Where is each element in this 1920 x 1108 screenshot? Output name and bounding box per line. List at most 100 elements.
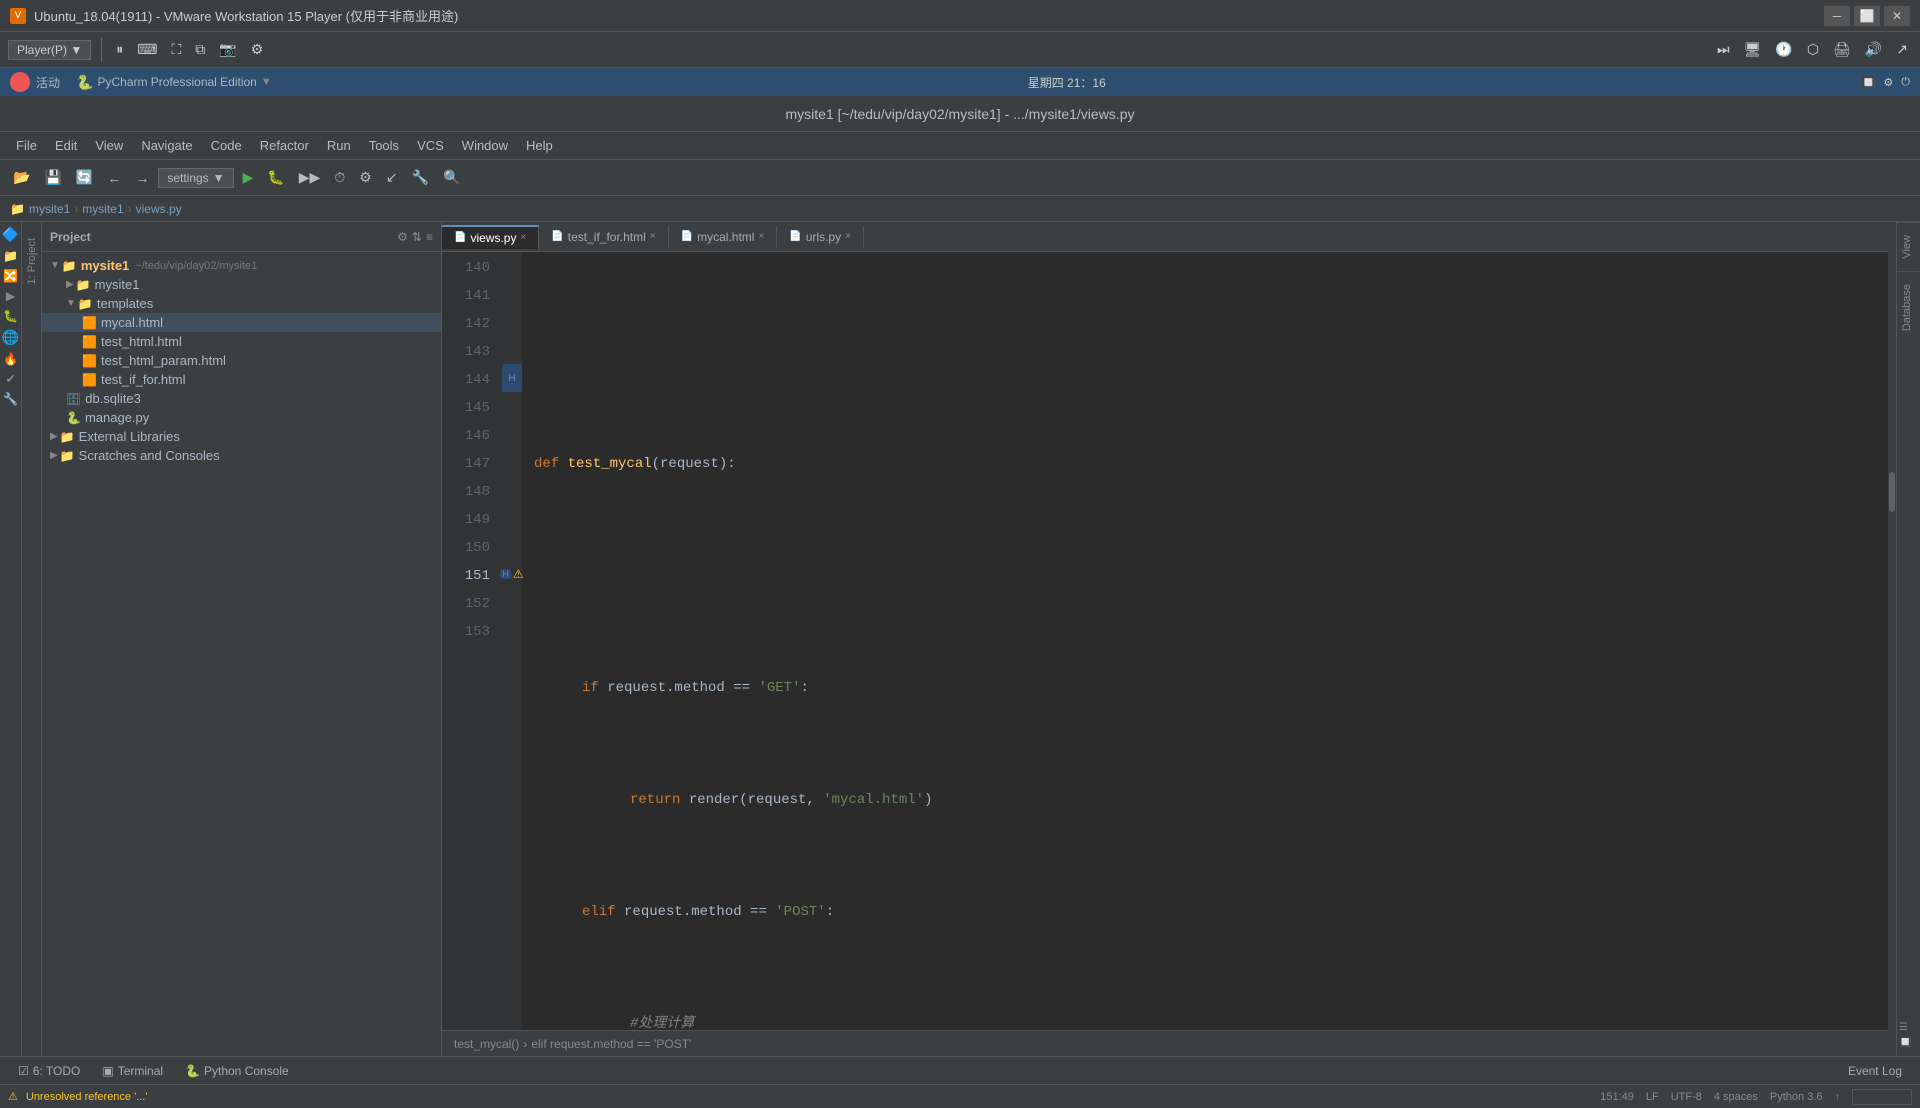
window-controls[interactable]: ─ ⬜ ✕ bbox=[1824, 6, 1910, 26]
network-icon[interactable]: 🔲 bbox=[1862, 76, 1876, 89]
menu-view[interactable]: View bbox=[87, 136, 131, 155]
toolbar-save-btn[interactable]: 💾 bbox=[39, 166, 66, 189]
vmware-right-btn6[interactable]: 🔊 bbox=[1861, 39, 1886, 60]
menu-run[interactable]: Run bbox=[319, 136, 359, 155]
tab-mycal-close[interactable]: × bbox=[758, 231, 764, 242]
tree-item-scratches[interactable]: ▶ 📁 Scratches and Consoles bbox=[42, 446, 441, 465]
commit-icon[interactable]: 🔀 bbox=[3, 269, 18, 283]
right-sidebar-tab-view[interactable]: View bbox=[1897, 222, 1920, 271]
statusbar-indent[interactable]: 4 spaces bbox=[1714, 1091, 1758, 1103]
scroll-indicator[interactable] bbox=[1888, 252, 1896, 1030]
todo-icon[interactable]: ✔ bbox=[5, 372, 15, 386]
project-panel-label[interactable]: 1: Project bbox=[22, 230, 42, 292]
statusbar-encoding[interactable]: UTF-8 bbox=[1671, 1091, 1702, 1103]
tree-item-extlibs[interactable]: ▶ 📁 External Libraries bbox=[42, 427, 441, 446]
code-area[interactable]: 140 141 142 143 144 145 146 147 148 149 … bbox=[442, 252, 1896, 1030]
panel-gear-icon[interactable]: ≡ bbox=[426, 230, 433, 244]
menu-navigate[interactable]: Navigate bbox=[133, 136, 200, 155]
activities-label[interactable]: 活动 bbox=[36, 74, 60, 91]
settings-button[interactable]: ⚙ bbox=[354, 166, 377, 189]
bottom-tab-todo[interactable]: ☑ 6: TODO bbox=[8, 1062, 90, 1080]
statusbar-python[interactable]: Python 3.6 bbox=[1770, 1091, 1823, 1103]
power-icon[interactable]: ⏻ bbox=[1901, 76, 1910, 89]
menu-edit[interactable]: Edit bbox=[47, 136, 85, 155]
tab-urls[interactable]: 📄 urls.py × bbox=[777, 226, 864, 248]
pycharm-app-label[interactable]: 🐍 PyCharm Professional Edition ▼ bbox=[76, 74, 272, 91]
panel-cog-icon[interactable]: ⚙ bbox=[397, 230, 408, 244]
menu-vcs[interactable]: VCS bbox=[409, 136, 452, 155]
browser-icon[interactable]: 🌐 bbox=[2, 329, 19, 346]
tab-urls-close[interactable]: × bbox=[845, 231, 851, 242]
code-content[interactable]: def test_mycal(request): if request.meth… bbox=[522, 252, 1896, 1030]
statusbar-position[interactable]: 151:49 bbox=[1600, 1091, 1634, 1103]
tree-item-testiffor[interactable]: 🟧 test_if_for.html bbox=[42, 370, 441, 389]
unity-button[interactable]: ⧉ bbox=[191, 39, 209, 60]
tab-mycal[interactable]: 📄 mycal.html × bbox=[669, 226, 778, 248]
firebase-icon[interactable]: 🔥 bbox=[3, 352, 18, 366]
menu-help[interactable]: Help bbox=[518, 136, 561, 155]
tree-item-sqlite[interactable]: 🗄 db.sqlite3 bbox=[42, 389, 441, 408]
debug-panel-icon[interactable]: 🐛 bbox=[3, 309, 18, 323]
breadcrumb-item-1[interactable]: mysite1 bbox=[29, 202, 70, 216]
menu-file[interactable]: File bbox=[8, 136, 45, 155]
vmware-right-btn7[interactable]: ↗ bbox=[1892, 39, 1912, 60]
tree-item-testhtml[interactable]: 🟧 test_html.html bbox=[42, 332, 441, 351]
tab-testiffor-close[interactable]: × bbox=[650, 231, 656, 242]
vmware-settings-button[interactable]: ⚙ bbox=[247, 39, 268, 60]
toolbar-back-btn[interactable]: ← bbox=[102, 167, 126, 189]
vmware-right-btn5[interactable]: 🖨 bbox=[1829, 39, 1855, 60]
search-button[interactable]: 🔍 bbox=[438, 166, 465, 189]
tree-item-templates[interactable]: ▼ 📁 templates bbox=[42, 294, 441, 313]
fullscreen-button[interactable]: ⛶ bbox=[167, 39, 185, 60]
tab-views-py[interactable]: 📄 views.py × bbox=[442, 225, 539, 249]
scroll-thumb[interactable] bbox=[1889, 472, 1895, 512]
toolbar-arrow1[interactable]: ↙ bbox=[381, 166, 403, 189]
toolbar-fwd-btn[interactable]: → bbox=[130, 167, 154, 189]
menu-refactor[interactable]: Refactor bbox=[252, 136, 317, 155]
tree-item-mycal[interactable]: 🟧 mycal.html bbox=[42, 313, 441, 332]
tree-item-managepy[interactable]: 🐍 manage.py bbox=[42, 408, 441, 427]
toolbar-arrow2[interactable]: 🔧 bbox=[407, 166, 434, 189]
run-config-dropdown[interactable]: settings ▼ bbox=[158, 168, 233, 188]
vmware-right-btn2[interactable]: 🖥 bbox=[1740, 39, 1766, 60]
menu-tools[interactable]: Tools bbox=[361, 136, 407, 155]
settings-icon[interactable]: ⚙ bbox=[1883, 76, 1893, 89]
minimize-button[interactable]: ─ bbox=[1824, 6, 1850, 26]
vmware-right-btn3[interactable]: 🕐 bbox=[1771, 39, 1796, 60]
vmware-right-btn4[interactable]: ⬡ bbox=[1803, 39, 1823, 60]
close-button[interactable]: ✕ bbox=[1884, 6, 1910, 26]
debug-button[interactable]: 🐛 bbox=[262, 166, 289, 189]
restore-button[interactable]: ⬜ bbox=[1854, 6, 1880, 26]
tab-views-py-close[interactable]: × bbox=[520, 232, 526, 243]
snapshot-button[interactable]: 📷 bbox=[215, 39, 240, 60]
tree-item-testhtmlparam[interactable]: 🟧 test_html_param.html bbox=[42, 351, 441, 370]
player-menu-button[interactable]: Player(P) ▼ bbox=[8, 40, 91, 60]
bottom-tab-terminal[interactable]: ▣ Terminal bbox=[92, 1062, 173, 1080]
breadcrumb-item-2[interactable]: mysite1 bbox=[82, 202, 123, 216]
pause-button[interactable]: ⏸ bbox=[112, 39, 127, 60]
project-icon[interactable]: 📁 bbox=[3, 249, 18, 263]
statusbar-lf[interactable]: LF bbox=[1646, 1091, 1659, 1103]
vmware-right-btn1[interactable]: ⏭ bbox=[1713, 39, 1734, 60]
statusbar-upload-icon[interactable]: ↑ bbox=[1835, 1091, 1841, 1103]
ctrl-alt-del-button[interactable]: ⌨ bbox=[133, 39, 161, 60]
breadcrumb-item-3[interactable]: views.py bbox=[136, 202, 182, 216]
right-sidebar-tab-database[interactable]: Database bbox=[1897, 271, 1920, 343]
bottom-tab-python-console[interactable]: 🐍 Python Console bbox=[175, 1062, 299, 1080]
run-button[interactable]: ▶ bbox=[238, 166, 259, 189]
right-icon-1[interactable]: ☰ bbox=[1899, 1022, 1915, 1033]
misc-icon[interactable]: 🔧 bbox=[3, 392, 18, 406]
right-icon-2[interactable]: 🔲 bbox=[1899, 1037, 1915, 1048]
tab-testiffor[interactable]: 📄 test_if_for.html × bbox=[539, 226, 668, 248]
toolbar-open-btn[interactable]: 📂 bbox=[8, 166, 35, 189]
menu-window[interactable]: Window bbox=[454, 136, 516, 155]
profile-button[interactable]: ⏱ bbox=[329, 166, 350, 189]
panel-sort-icon[interactable]: ⇅ bbox=[412, 230, 422, 244]
event-log-btn[interactable]: Event Log bbox=[1838, 1062, 1912, 1080]
tree-item-mysite1[interactable]: ▶ 📁 mysite1 bbox=[42, 275, 441, 294]
tree-item-root[interactable]: ▼ 📁 mysite1 ~/tedu/vip/day02/mysite1 bbox=[42, 256, 441, 275]
menu-code[interactable]: Code bbox=[203, 136, 250, 155]
run-panel-icon[interactable]: ▶ bbox=[6, 289, 15, 303]
coverage-button[interactable]: ▶▶ bbox=[294, 166, 326, 189]
toolbar-sync-btn[interactable]: 🔄 bbox=[71, 166, 98, 189]
